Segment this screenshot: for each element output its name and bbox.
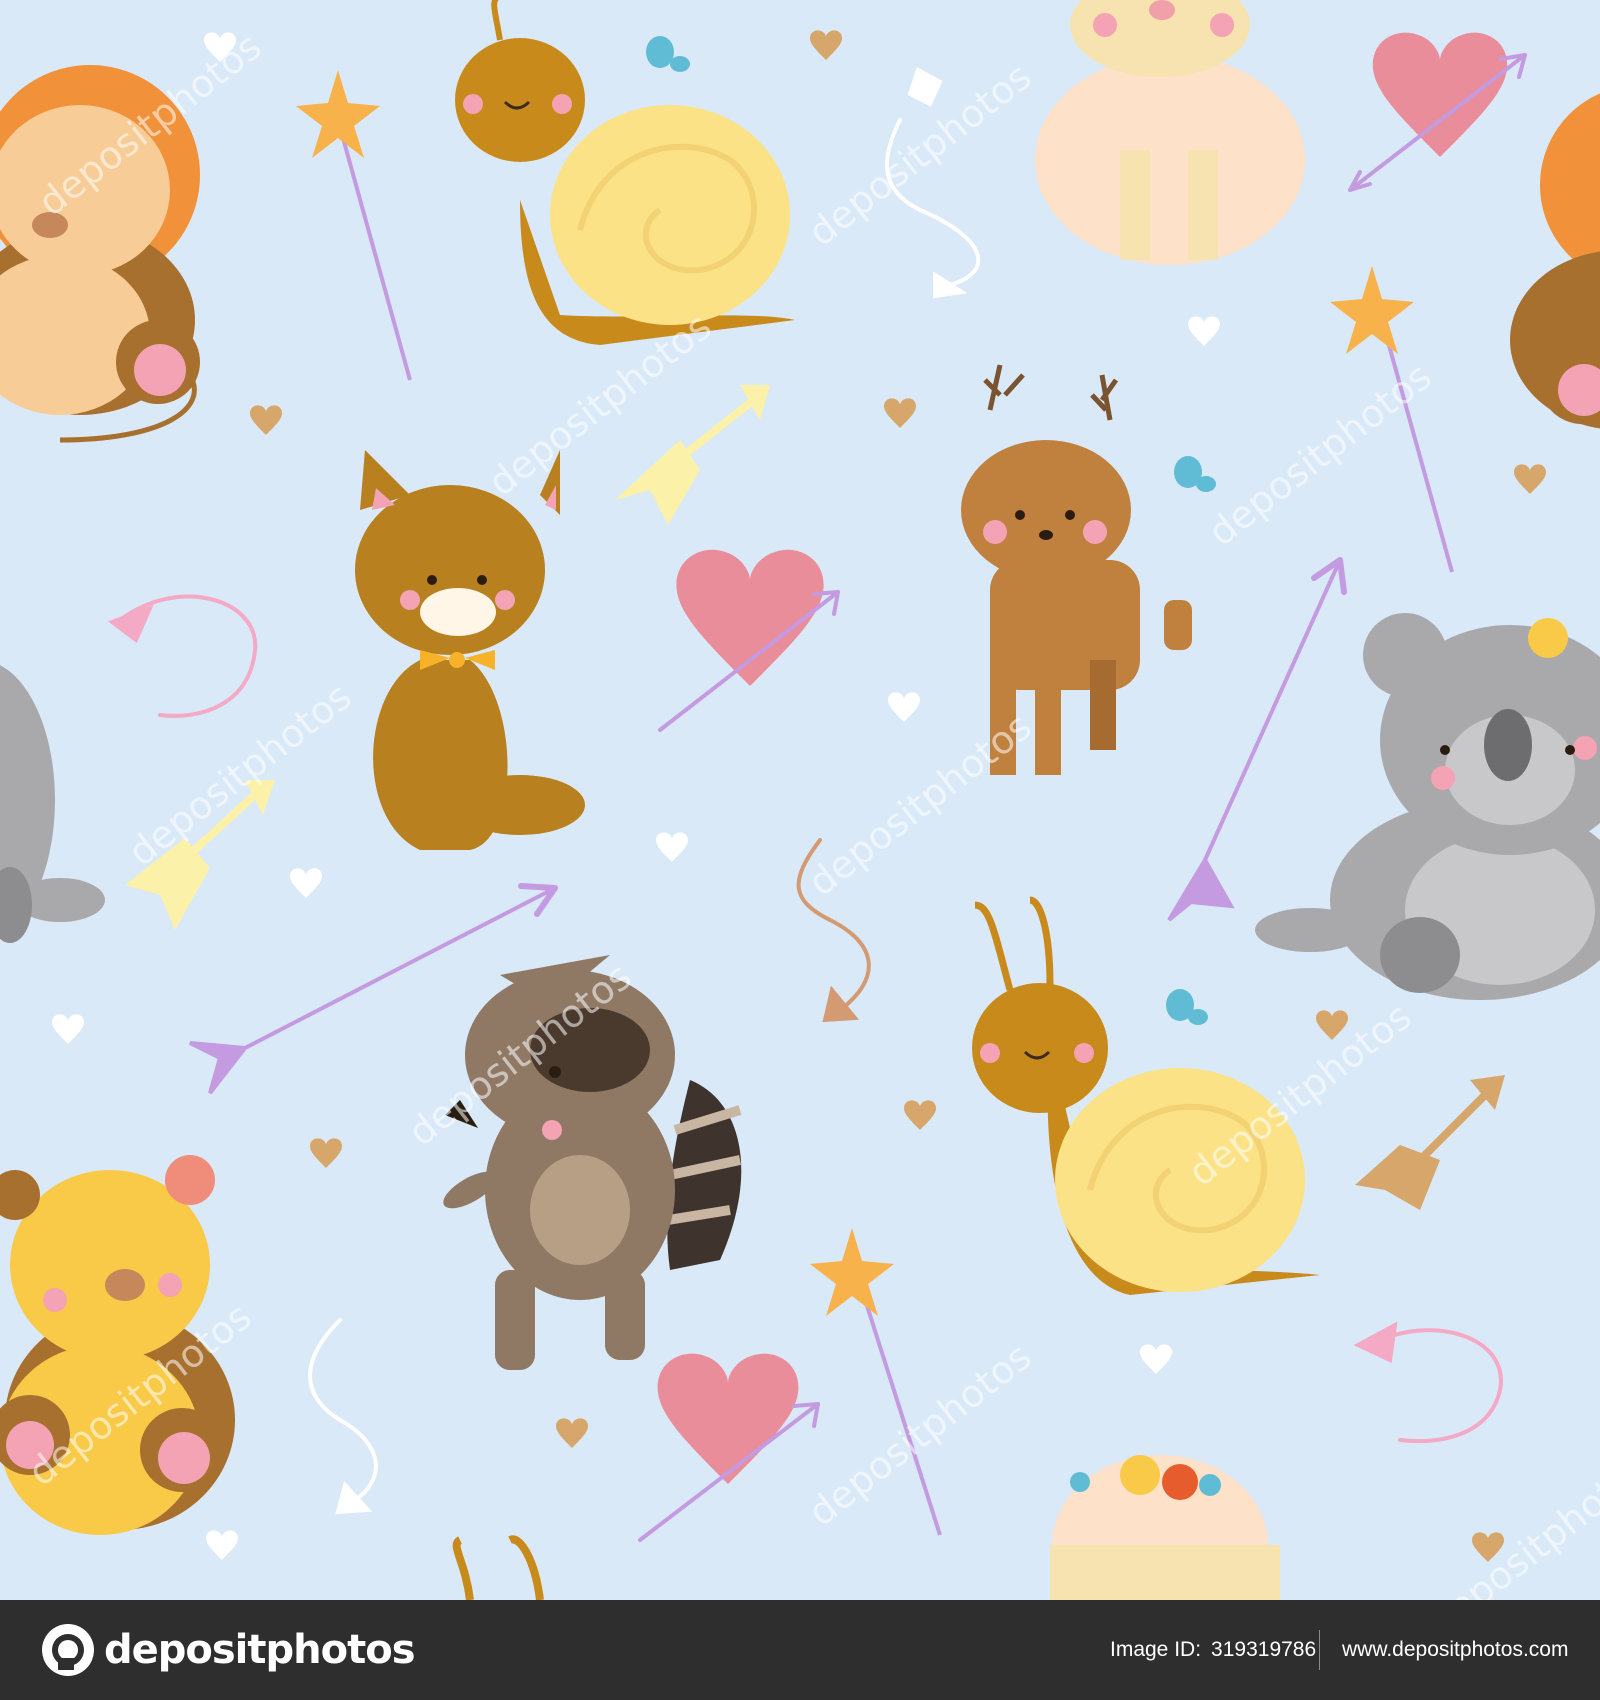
brand-name: depositphotos xyxy=(104,1627,416,1673)
depositphotos-logo-icon xyxy=(42,1624,94,1676)
site-link[interactable]: www.depositphotos.com xyxy=(1342,1600,1568,1700)
illustration: depositphotos depositphotos depositphoto… xyxy=(0,0,1600,1600)
footer-bar: depositphotos Image ID: 319319786 www.de… xyxy=(0,1600,1600,1700)
brand[interactable]: depositphotos xyxy=(40,1622,416,1678)
image-id-value: 319319786 xyxy=(1211,1638,1317,1661)
image-id: Image ID: 319319786 xyxy=(1110,1600,1316,1700)
footer-divider xyxy=(1319,1630,1320,1670)
background xyxy=(0,0,1600,1600)
image-id-label: Image ID: xyxy=(1110,1638,1202,1661)
